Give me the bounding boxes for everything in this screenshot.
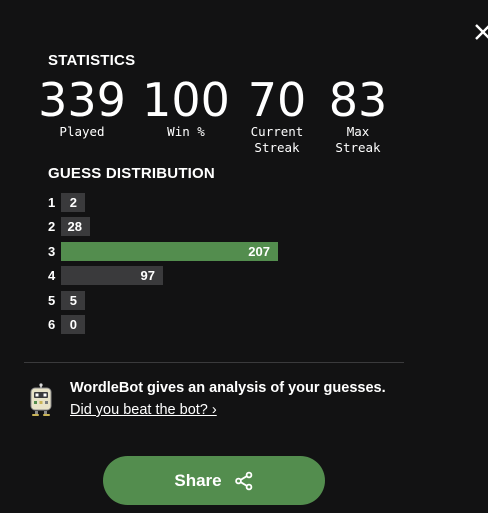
distribution-row: 2 28 [48,216,408,240]
guess-number: 1 [48,195,56,210]
guess-number: 3 [48,243,56,259]
guess-distribution-title: GUESS DISTRIBUTION [48,165,215,182]
stat-played-value: 339 [38,73,126,127]
guess-number: 2 [48,219,56,235]
distribution-row: 3 207 [48,241,408,265]
stat-max-streak-label: Max Streak [335,124,381,155]
wordlebot-link[interactable]: Did you beat the bot? › [70,402,217,418]
divider [24,362,404,363]
stat-played: 339 Played [34,76,130,140]
statistics-title: STATISTICS [48,52,136,69]
close-icon [475,24,488,40]
distribution-bar: 2 [61,193,85,212]
distribution-row: 4 97 [48,265,408,289]
wordlebot-description: WordleBot gives an analysis of your gues… [70,380,386,396]
distribution-row: 6 0 [48,314,408,338]
distribution-bar: 207 [61,241,278,261]
distribution-bar: 97 [61,266,163,286]
distribution-row: 1 2 [48,192,408,216]
stat-current-streak-value: 70 [247,73,307,127]
stat-max-streak-value: 83 [328,73,388,127]
guess-number: 4 [48,268,56,284]
share-button[interactable]: Share [103,456,325,505]
stat-win-percent: 100 Win % [142,76,230,140]
distribution-row: 5 5 [48,290,408,314]
distribution-bar: 28 [61,217,90,237]
distribution-bar: 5 [61,290,85,310]
stat-current-streak: 70 Current Streak [242,76,312,156]
stat-win-percent-value: 100 [142,73,230,127]
distribution-bar: 0 [61,314,85,334]
wordlebot-icon [30,383,52,416]
close-button[interactable] [470,18,488,46]
guess-distribution: 1 2 2 28 3 207 4 97 5 5 6 0 [48,192,408,338]
guess-number: 6 [48,316,56,332]
guess-number: 5 [48,292,56,308]
share-icon [234,471,252,490]
share-label: Share [174,470,222,490]
stat-current-streak-label: Current Streak [250,124,304,155]
stat-max-streak: 83 Max Streak [322,76,394,156]
